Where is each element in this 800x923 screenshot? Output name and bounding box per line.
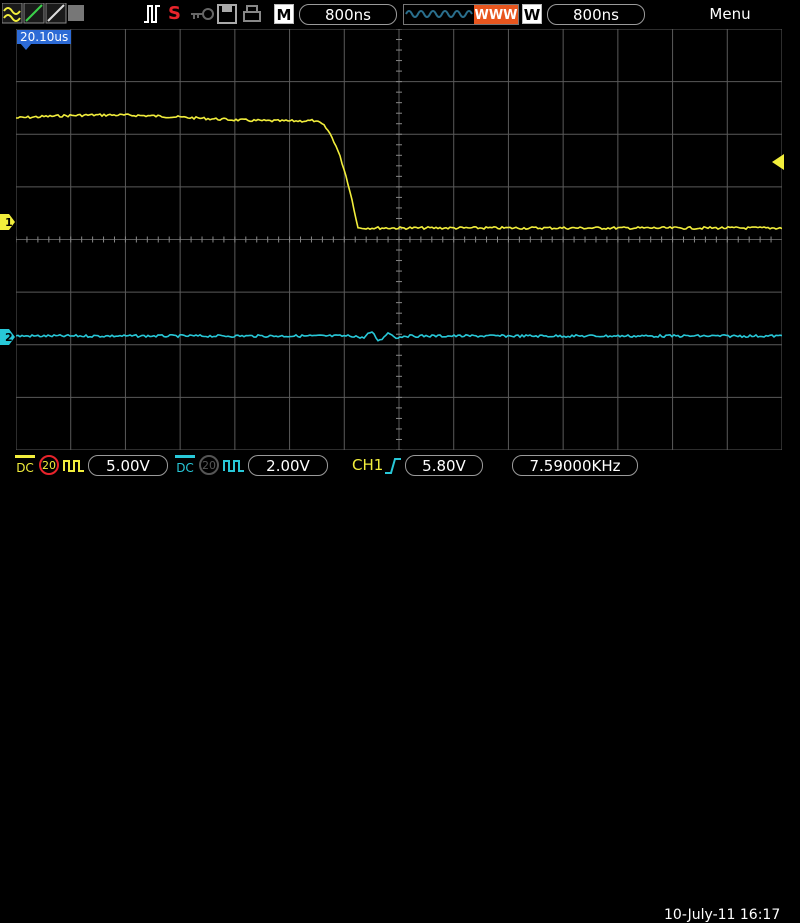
ch2-bw-limit-icon[interactable]: 20: [199, 455, 219, 475]
trigger-level[interactable]: 5.80V: [405, 455, 483, 476]
trigger-position-readout: 20.10us: [17, 30, 72, 44]
main-timebase[interactable]: 800ns: [299, 4, 397, 25]
ch2-coupling-icon[interactable]: DC: [175, 455, 195, 475]
ch1-probe-icon: [63, 460, 84, 472]
save-icon[interactable]: [217, 4, 237, 24]
date-time: 10-July-11 16:17: [664, 907, 781, 923]
ch1-marker-label: 1: [5, 216, 13, 229]
trigger-source[interactable]: CH1: [352, 455, 383, 476]
ch1-coupling-icon[interactable]: DC: [15, 455, 35, 475]
main-timebase-label: M: [274, 4, 294, 24]
status-bar: DC 20 5.00V DC 20 2.00V CH1 5.80V 7.5900…: [0, 451, 800, 923]
key-icon: [191, 8, 214, 20]
ch2-scale[interactable]: 2.00V: [248, 455, 328, 476]
menu-button[interactable]: Menu: [700, 5, 760, 23]
trigger-status: S: [168, 3, 181, 24]
ch1-bw-limit-icon[interactable]: 20: [39, 455, 59, 475]
ch1-scale[interactable]: 5.00V: [88, 455, 168, 476]
top-toolbar: S M 800ns WWW W 800ns Menu: [0, 0, 800, 29]
trigger-edge-icon[interactable]: [143, 4, 163, 24]
ch2-marker[interactable]: 2: [0, 329, 16, 345]
memory-depth-bar[interactable]: WWW: [403, 4, 519, 25]
svg-text:WWW: WWW: [474, 8, 517, 23]
ch1-bw: 20: [42, 459, 56, 472]
ch2-marker-label: 2: [5, 331, 13, 344]
window-timebase-label: W: [522, 4, 542, 24]
trigger-position-icon: [20, 43, 32, 50]
ch2-probe-icon: [223, 460, 244, 472]
waveform-display[interactable]: [16, 29, 782, 450]
frequency-counter: 7.59000KHz: [512, 455, 638, 476]
ch1-marker[interactable]: 1: [0, 214, 16, 230]
ch2-coupling: DC: [176, 461, 194, 475]
trigger-level-marker-icon[interactable]: [770, 154, 784, 170]
ch1-coupling: DC: [16, 461, 34, 475]
display-mode-icons: [2, 3, 84, 24]
print-icon[interactable]: [242, 4, 262, 24]
rising-edge-icon: [385, 458, 401, 474]
ch2-bw: 20: [202, 459, 216, 472]
window-timebase[interactable]: 800ns: [547, 4, 645, 25]
